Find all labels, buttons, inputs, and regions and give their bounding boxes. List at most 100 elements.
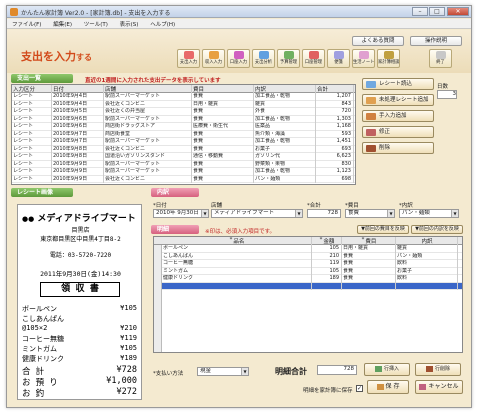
item-cell[interactable] bbox=[312, 282, 342, 290]
column-header[interactable]: 内訳 bbox=[254, 85, 316, 93]
toolbar-account-input-button[interactable]: 口座入力 bbox=[227, 49, 250, 68]
item-cell[interactable]: 食費 bbox=[342, 267, 396, 275]
days-input[interactable]: 3 bbox=[437, 90, 457, 99]
expense-list-table[interactable]: 入力区分 日付 店舗 費目 内訳 合計 レシート 2010年9月4日 駅前スーパーマーケット食… bbox=[11, 84, 356, 185]
total-input[interactable]: 728 bbox=[307, 209, 341, 218]
table-row[interactable]: レシート 2010年9月9日 会社近くコンビニ 食費 パン・麺類 698 bbox=[12, 175, 355, 183]
column-header[interactable]: 店舗 bbox=[104, 85, 192, 93]
column-header[interactable]: *費目 bbox=[342, 237, 396, 245]
item-cell[interactable]: 飲料 bbox=[396, 275, 458, 283]
subcategory-value: パン・麺類 bbox=[402, 210, 430, 216]
delete-button[interactable]: 削除 bbox=[362, 142, 434, 154]
cancel-button[interactable]: キャンセル bbox=[415, 380, 463, 394]
receipt-scan-button[interactable]: レシート読込 bbox=[362, 78, 434, 90]
item-cell[interactable]: 食費 bbox=[342, 252, 396, 260]
save-items-checkbox[interactable]: ✓ bbox=[356, 385, 363, 392]
subcategory-select[interactable]: パン・麺類 ▼ bbox=[399, 209, 459, 218]
item-cell[interactable]: こしあんぱん bbox=[162, 252, 312, 260]
date-picker[interactable]: 2010年 9月30日 ▼ bbox=[153, 209, 209, 218]
item-cell[interactable]: 210 bbox=[312, 252, 342, 260]
item-cell[interactable]: ボールペン bbox=[162, 245, 312, 253]
item-row[interactable]: コーヒー無糖 119 食費 飲料 bbox=[154, 260, 462, 268]
item-cell[interactable]: ミントガム bbox=[162, 267, 312, 275]
item-table[interactable]: *品名 *金額 *費目 内訳 ボールペン 105 日用・雑貨 雑貨 こしあんぱん 210 食費 パン… bbox=[153, 236, 463, 353]
toolbar-budget-button[interactable]: 予算管理 bbox=[277, 49, 300, 68]
menu-edit[interactable]: 編集(E) bbox=[48, 19, 77, 29]
chevron-down-icon[interactable]: ▼ bbox=[295, 210, 302, 217]
item-cell[interactable]: 飲料 bbox=[396, 260, 458, 268]
table-row[interactable]: レシート 2010年9月9日 駅前スーパーマーケット 食費 加工食品・乾物 1,123 bbox=[12, 168, 355, 176]
calendar-dropdown-icon[interactable]: ▼ bbox=[201, 210, 208, 217]
menu-tools[interactable]: ツール(T) bbox=[79, 19, 113, 29]
column-header[interactable]: 合計 bbox=[316, 85, 354, 93]
column-header[interactable]: 日付 bbox=[52, 85, 104, 93]
column-header[interactable]: 入力区分 bbox=[12, 85, 52, 93]
table-row[interactable]: レシート 2010年9月6日 駅前スーパーマーケット 食費 加工食品・乾物 1,303 bbox=[12, 115, 355, 123]
item-cell[interactable]: 雑貨 bbox=[396, 245, 458, 253]
item-cell[interactable] bbox=[162, 282, 312, 290]
table-row[interactable]: レシート 2010年9月7日 駅前スーパーマーケット 食費 加工食品・乾物 1,451 bbox=[12, 138, 355, 146]
item-cell[interactable] bbox=[342, 282, 396, 290]
toolbar-life-note-button[interactable]: 生活ノート bbox=[352, 49, 375, 68]
new-item-row[interactable]: ✱ bbox=[154, 282, 462, 290]
toolbar-analysis-button[interactable]: 支出分析 bbox=[252, 49, 275, 68]
add-row-button[interactable]: 行挿入 bbox=[364, 363, 410, 376]
menu-help[interactable]: ヘルプ(H) bbox=[145, 19, 180, 29]
save-button[interactable]: 保 存 bbox=[367, 380, 409, 394]
chevron-down-icon[interactable]: ▼ bbox=[387, 210, 394, 217]
menu-view[interactable]: 表示(S) bbox=[115, 19, 144, 29]
chevron-down-icon[interactable]: ▼ bbox=[241, 368, 248, 375]
item-cell[interactable]: 105 bbox=[312, 245, 342, 253]
item-cell[interactable]: コーヒー無糖 bbox=[162, 260, 312, 268]
toolbar-exit-button[interactable]: 終了 bbox=[429, 49, 452, 68]
item-cell[interactable]: 食費 bbox=[342, 275, 396, 283]
column-header[interactable]: 費目 bbox=[192, 85, 254, 93]
store-select[interactable]: メディアドライブマート ▼ bbox=[211, 209, 303, 218]
manual-add-button[interactable]: 手入力追加 bbox=[362, 110, 434, 122]
apply-previous-subcategory-button[interactable]: ▼前回の内訳を反映 bbox=[411, 225, 463, 234]
item-row[interactable]: こしあんぱん 210 食費 パン・麺類 bbox=[154, 252, 462, 260]
toolbar-account-manage-button[interactable]: 口座管理 bbox=[302, 49, 325, 68]
toolbar-notepad-button[interactable]: 便箋 bbox=[327, 49, 350, 68]
item-cell[interactable]: パン・麺類 bbox=[396, 252, 458, 260]
toolbar-income-button[interactable]: 収入入力 bbox=[202, 49, 225, 68]
item-row[interactable]: ミントガム 105 食費 お菓子 bbox=[154, 267, 462, 275]
item-cell[interactable] bbox=[396, 282, 458, 290]
faq-button[interactable]: よくある質問 bbox=[352, 36, 404, 46]
unprocessed-receipt-add-button[interactable]: 未処理レシート追加 bbox=[362, 94, 434, 106]
chevron-down-icon[interactable]: ▼ bbox=[451, 210, 458, 217]
toolbar-advice-button[interactable]: 家計簿相談 bbox=[377, 49, 400, 68]
item-cell[interactable]: 食費 bbox=[342, 260, 396, 268]
maximize-button[interactable]: □ bbox=[429, 7, 445, 16]
table-row[interactable]: レシート 2010年9月4日 駅前スーパーマーケット 食費 加工食品・乾物 1,207 bbox=[12, 93, 355, 101]
item-cell[interactable]: 健康ドリンク bbox=[162, 275, 312, 283]
edit-button[interactable]: 修正 bbox=[362, 126, 434, 138]
item-cell[interactable]: 105 bbox=[312, 267, 342, 275]
column-header[interactable]: *品名 bbox=[162, 237, 312, 245]
item-row[interactable]: ボールペン 105 日用・雑貨 雑貨 bbox=[154, 245, 462, 253]
item-cell[interactable]: お菓子 bbox=[396, 267, 458, 275]
category-select[interactable]: 食費 ▼ bbox=[345, 209, 395, 218]
table-row[interactable]: レシート 2010年9月5日 会社近くの弁当屋 食費 外食 720 bbox=[12, 108, 355, 116]
minimize-button[interactable]: – bbox=[412, 7, 428, 16]
delete-row-button[interactable]: 行削除 bbox=[415, 363, 461, 376]
column-header[interactable]: 内訳 bbox=[396, 237, 458, 245]
close-button[interactable]: ✕ bbox=[447, 7, 469, 16]
item-cell[interactable]: 119 bbox=[312, 260, 342, 268]
toolbar-expense-button[interactable]: 支出入力 bbox=[177, 49, 200, 68]
column-header[interactable]: *金額 bbox=[312, 237, 342, 245]
item-cell[interactable]: 日用・雑貨 bbox=[342, 245, 396, 253]
menu-file[interactable]: ファイル(F) bbox=[7, 19, 46, 29]
table-row[interactable]: レシート 2010年9月8日 会社近くコンビニ 食費 お菓子 693 bbox=[12, 145, 355, 153]
table-row[interactable]: レシート 2010年9月7日 商店街食堂 食費 魚介類・海藻 593 bbox=[12, 130, 355, 138]
table-row[interactable]: レシート 2010年9月9日 駅前スーパーマーケット 食費 野菜類・果物 830 bbox=[12, 160, 355, 168]
item-cell[interactable]: 189 bbox=[312, 275, 342, 283]
manual-button[interactable]: 操作説明 bbox=[410, 36, 462, 46]
payment-select[interactable]: 現金 ▼ bbox=[197, 367, 249, 376]
table-row[interactable]: レシート 2010年9月8日 国道沿いガソリンスタンド 通信・移動費 ガソリン代 6,62… bbox=[12, 153, 355, 161]
apply-previous-category-button[interactable]: ▼前回の費目を反映 bbox=[357, 225, 409, 234]
table-row[interactable]: レシート 2010年9月4日 会社近くコンビニ 日用・雑貨 雑貨 843 bbox=[12, 100, 355, 108]
item-row[interactable]: 健康ドリンク 189 食費 飲料 bbox=[154, 275, 462, 283]
table-row[interactable]: レシート 2010年9月6日 商店街ドラッグストア 医療費・衛生代 医薬品 1,168 bbox=[12, 123, 355, 131]
table-cell: 2010年9月4日 bbox=[52, 93, 104, 101]
